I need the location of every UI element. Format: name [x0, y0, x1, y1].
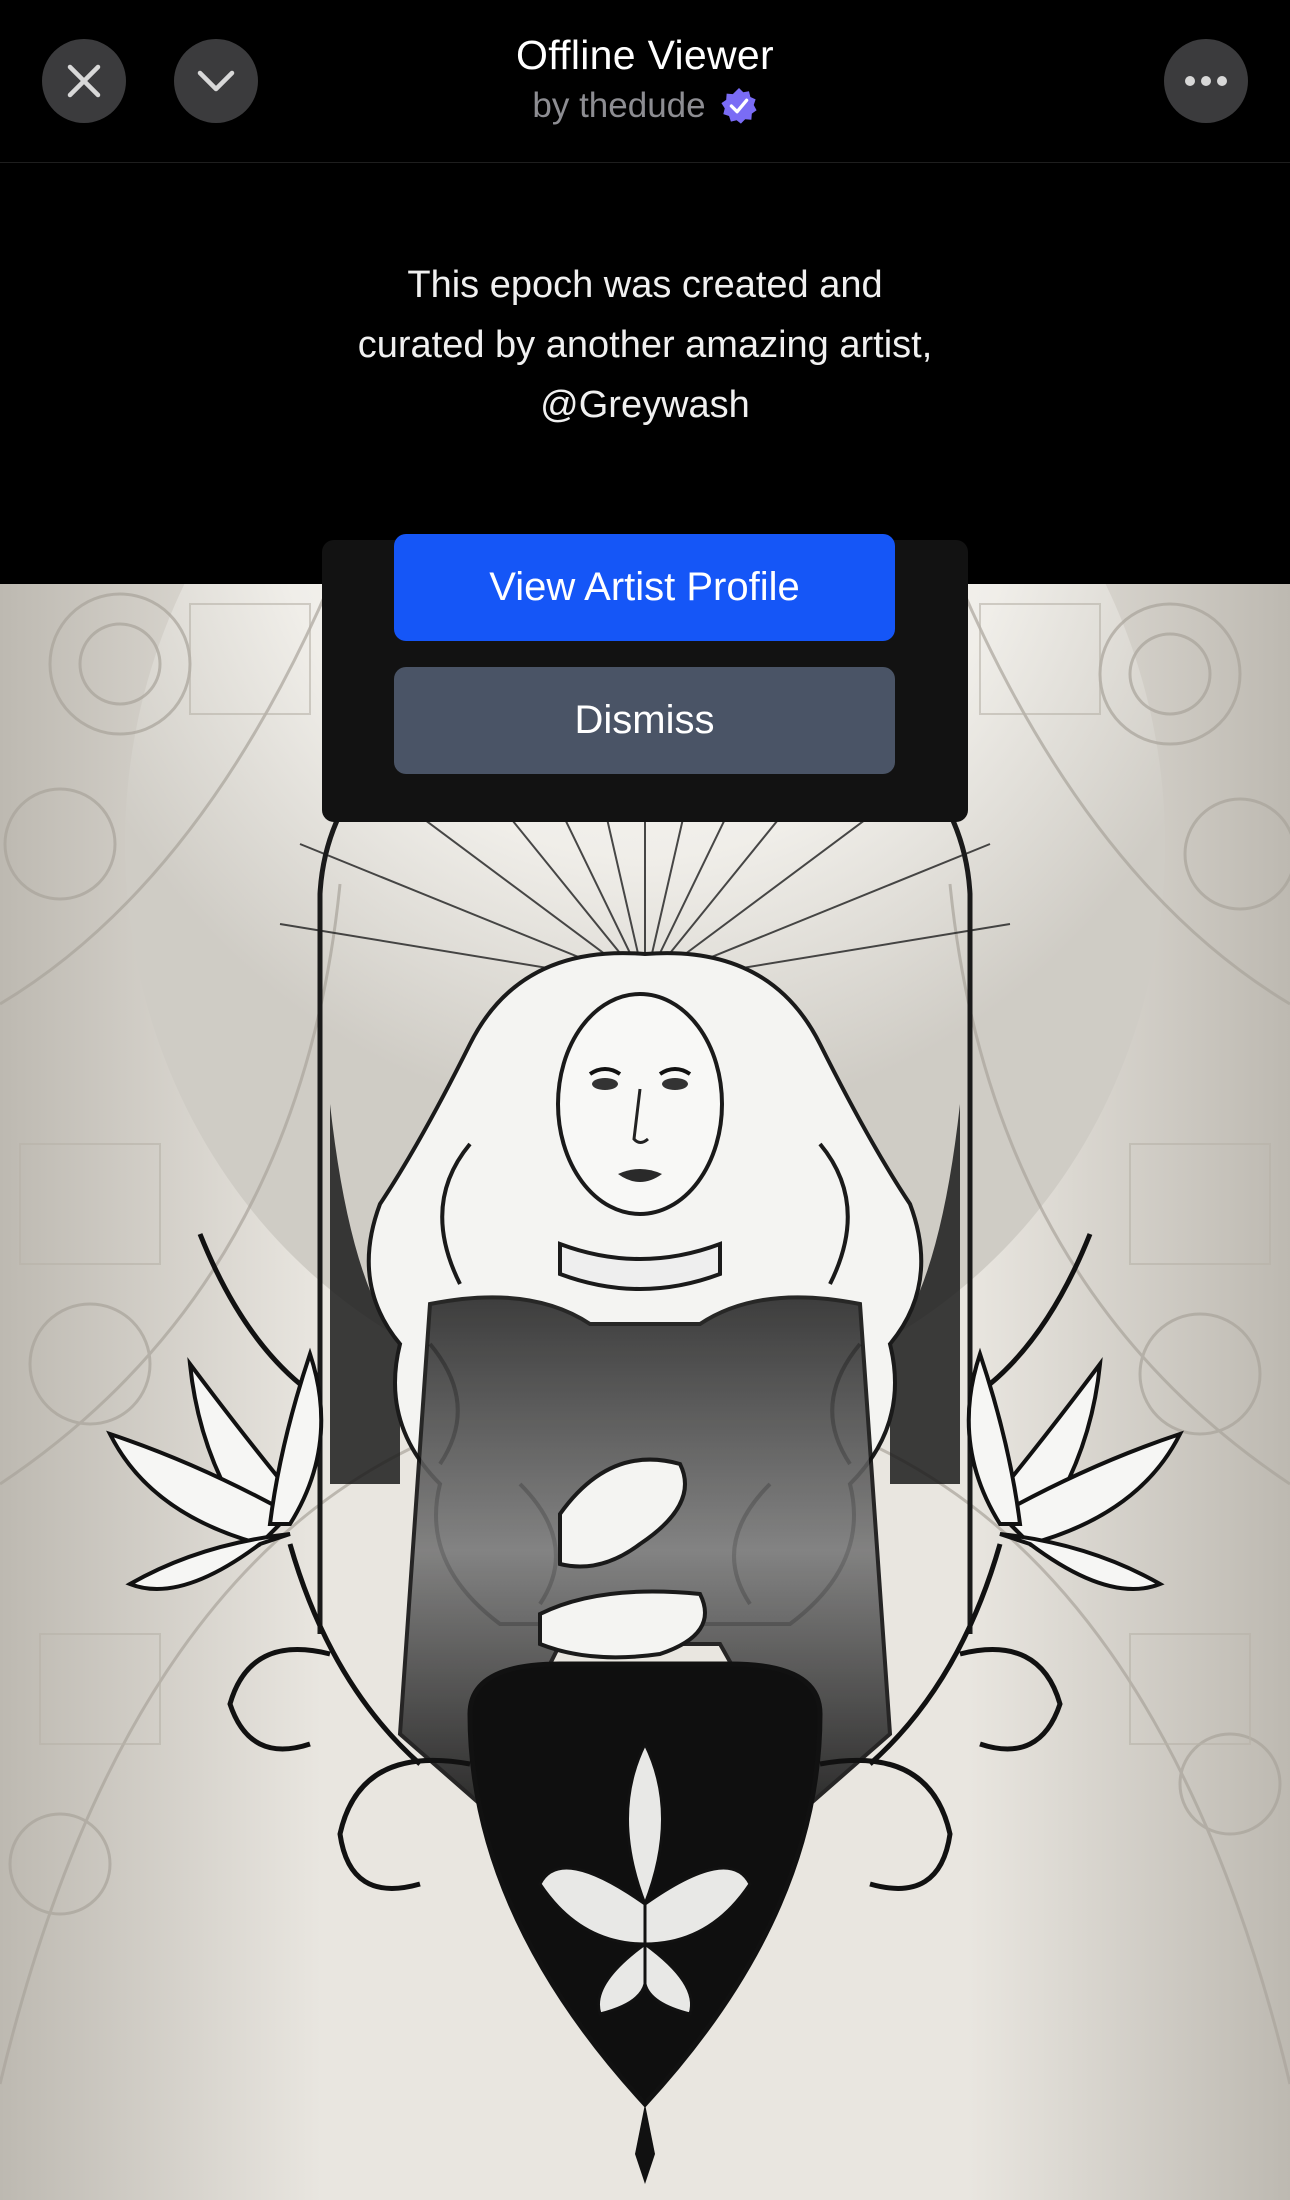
curator-message: This epoch was created and curated by an… [357, 264, 933, 426]
dismiss-button[interactable]: Dismiss [394, 667, 895, 774]
info-banner: This epoch was created and curated by an… [0, 163, 1290, 584]
top-bar: Offline Viewer by thedude [0, 0, 1290, 163]
artwork-image [0, 584, 1290, 2200]
view-artist-profile-button[interactable]: View Artist Profile [394, 534, 895, 641]
author-line: by thedude [0, 86, 1290, 126]
more-horizontal-icon [1185, 76, 1227, 86]
verified-badge-icon [721, 87, 757, 124]
more-options-button[interactable] [1164, 39, 1248, 123]
page-title: Offline Viewer [516, 32, 774, 78]
artwork-illustration [0, 584, 1290, 2200]
author-name: by thedude [532, 86, 706, 125]
